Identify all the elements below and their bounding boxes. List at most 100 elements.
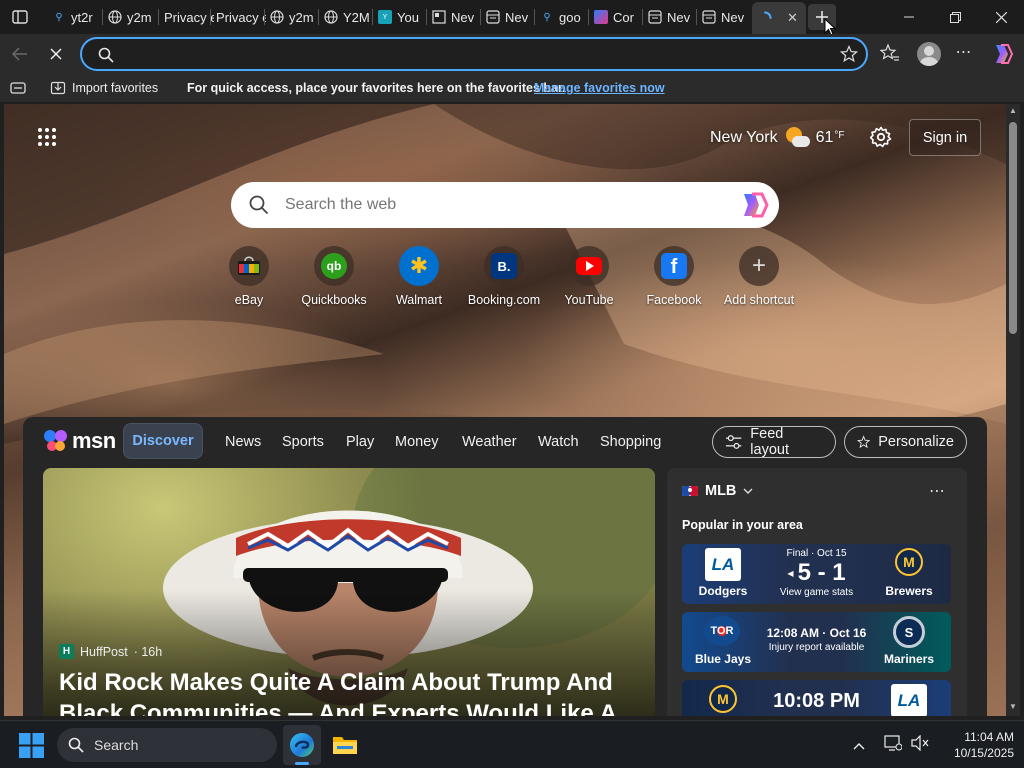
back-button[interactable]: [8, 42, 32, 66]
game-time: 10:08 PM: [773, 690, 860, 712]
huffpost-icon: H: [59, 644, 74, 659]
chevron-down-icon: [743, 488, 753, 494]
close-tab-icon[interactable]: ✕: [787, 10, 798, 26]
game-detail-link[interactable]: View game stats: [752, 587, 881, 598]
nav-shopping[interactable]: Shopping: [600, 434, 661, 450]
shortcut-walmart[interactable]: ✱ Walmart: [374, 246, 464, 307]
msn-butterfly-icon: [44, 430, 67, 451]
nav-sports[interactable]: Sports: [282, 434, 324, 450]
volume-muted-icon[interactable]: [911, 734, 929, 756]
game-card-brewers-dodgers[interactable]: M 10:08 PM LA: [682, 680, 951, 716]
weather-widget[interactable]: New York 61 °F: [710, 124, 845, 152]
copilot-button[interactable]: [990, 42, 1014, 66]
tab-label: y2m: [127, 9, 152, 25]
shortcut-youtube[interactable]: YouTube: [544, 246, 634, 307]
favorites-button[interactable]: [879, 43, 904, 65]
msn-logo[interactable]: msn: [43, 427, 116, 455]
nav-play[interactable]: Play: [346, 434, 374, 450]
tab-7[interactable]: Nev: [426, 4, 480, 30]
shortcut-label: YouTube: [564, 293, 614, 307]
taskbar-search[interactable]: Search: [57, 728, 277, 762]
folder-icon: [333, 737, 357, 754]
import-favorites-button[interactable]: Import favorites: [50, 79, 158, 97]
tab-active-loading[interactable]: ✕: [752, 2, 806, 34]
feed-layout-button[interactable]: Feed layout: [712, 426, 836, 458]
shortcut-add[interactable]: + Add shortcut: [714, 246, 804, 307]
network-display-icon[interactable]: [884, 735, 903, 756]
tab-11[interactable]: Nev: [642, 4, 696, 30]
nav-news[interactable]: News: [225, 434, 261, 450]
nav-watch[interactable]: Watch: [538, 434, 579, 450]
close-window-button[interactable]: [978, 0, 1024, 34]
nav-discover[interactable]: Discover: [123, 423, 203, 459]
copilot-icon[interactable]: [739, 192, 769, 218]
sliders-icon: [725, 435, 742, 449]
nav-weather[interactable]: Weather: [462, 434, 517, 450]
shortcut-quickbooks[interactable]: qb Quickbooks: [289, 246, 379, 307]
article-source[interactable]: H HuffPost · 16h: [59, 644, 162, 659]
msn-feed: msn Discover News Sports Play Money Weat…: [23, 417, 987, 716]
clock[interactable]: 11:04 AM 10/15/2025: [944, 729, 1014, 761]
shortcut-facebook[interactable]: f Facebook: [629, 246, 719, 307]
tab-1[interactable]: y2m: [102, 4, 158, 30]
tab-2[interactable]: Privacy e: [158, 4, 214, 30]
hero-article-card[interactable]: H HuffPost · 16h Kid Rock Makes Quite A …: [43, 468, 655, 716]
apps-launcher-button[interactable]: [37, 127, 59, 149]
weather-temperature: 61: [815, 129, 834, 146]
sidebar-toggle-icon[interactable]: [10, 82, 26, 97]
tab-12[interactable]: Nev: [696, 4, 750, 30]
mlb-logo-icon: [682, 486, 698, 496]
more-options-button[interactable]: ⋯: [952, 42, 976, 66]
tab-0[interactable]: ⚲ yt2r: [46, 4, 102, 30]
address-input[interactable]: [124, 45, 824, 65]
profile-avatar[interactable]: [917, 42, 941, 66]
taskbar-file-explorer-button[interactable]: [326, 725, 364, 765]
tab-actions-button[interactable]: [8, 6, 32, 28]
tab-9[interactable]: ⚲ goo: [534, 4, 588, 30]
game-card-dodgers-brewers[interactable]: LA Dodgers Final · Oct 15 ◀ 5 - 1 View g…: [682, 544, 951, 604]
page-scrollbar[interactable]: ▲ ▼: [1006, 104, 1020, 716]
mlb-more-icon[interactable]: ⋯: [929, 481, 945, 501]
add-favorite-star-icon[interactable]: [840, 45, 858, 63]
restore-button[interactable]: [932, 0, 978, 34]
page-settings-button[interactable]: [869, 126, 892, 148]
web-search-box[interactable]: [231, 182, 779, 228]
winner-arrow-icon: ◀: [787, 568, 794, 578]
nav-money[interactable]: Money: [395, 434, 439, 450]
copilot-icon: [594, 10, 608, 24]
tab-10[interactable]: Cor: [588, 4, 642, 30]
tab-8[interactable]: Nev: [480, 4, 534, 30]
shortcut-booking[interactable]: B. Booking.com: [459, 246, 549, 307]
newtab-icon: [486, 10, 500, 24]
globe-icon: [324, 10, 338, 24]
web-search-input[interactable]: [285, 194, 705, 216]
msn-brand: msn: [72, 428, 116, 453]
show-hidden-icons-chevron-icon[interactable]: [853, 737, 865, 755]
team-name: Mariners: [883, 652, 935, 666]
taskbar-edge-button[interactable]: [283, 725, 321, 765]
shortcut-label: Booking.com: [467, 293, 541, 307]
game-card-bluejays-mariners[interactable]: TOR Blue Jays 12:08 AM · Oct 16 Injury r…: [682, 612, 951, 672]
newtab-icon: [702, 10, 716, 24]
mlb-header[interactable]: MLB: [682, 483, 753, 499]
game-detail-link[interactable]: Injury report available: [752, 642, 881, 653]
minimize-button[interactable]: [886, 0, 932, 34]
address-bar[interactable]: [80, 37, 868, 71]
tab-5[interactable]: Y2M: [318, 4, 372, 30]
partly-cloudy-icon: [784, 126, 810, 150]
stop-loading-button[interactable]: [44, 42, 68, 66]
tab-3[interactable]: Privacy e: [210, 4, 266, 30]
scrollbar-thumb[interactable]: [1009, 122, 1017, 334]
windows-taskbar: Search 11:04 AM 10/15/2025: [0, 720, 1024, 768]
shortcut-ebay[interactable]: eBay: [204, 246, 294, 307]
manage-favorites-link[interactable]: Manage favorites now: [534, 81, 665, 95]
scroll-down-arrow-icon[interactable]: ▼: [1009, 702, 1017, 711]
tab-4[interactable]: y2m: [264, 4, 318, 30]
scroll-up-arrow-icon[interactable]: ▲: [1009, 106, 1017, 115]
weather-unit: °F: [834, 129, 845, 141]
tab-6[interactable]: Y You: [372, 4, 426, 30]
sign-in-button[interactable]: Sign in: [909, 119, 981, 156]
personalize-button[interactable]: Personalize: [844, 426, 967, 458]
start-button[interactable]: [19, 733, 45, 759]
article-headline[interactable]: Kid Rock Makes Quite A Claim About Trump…: [59, 667, 639, 716]
